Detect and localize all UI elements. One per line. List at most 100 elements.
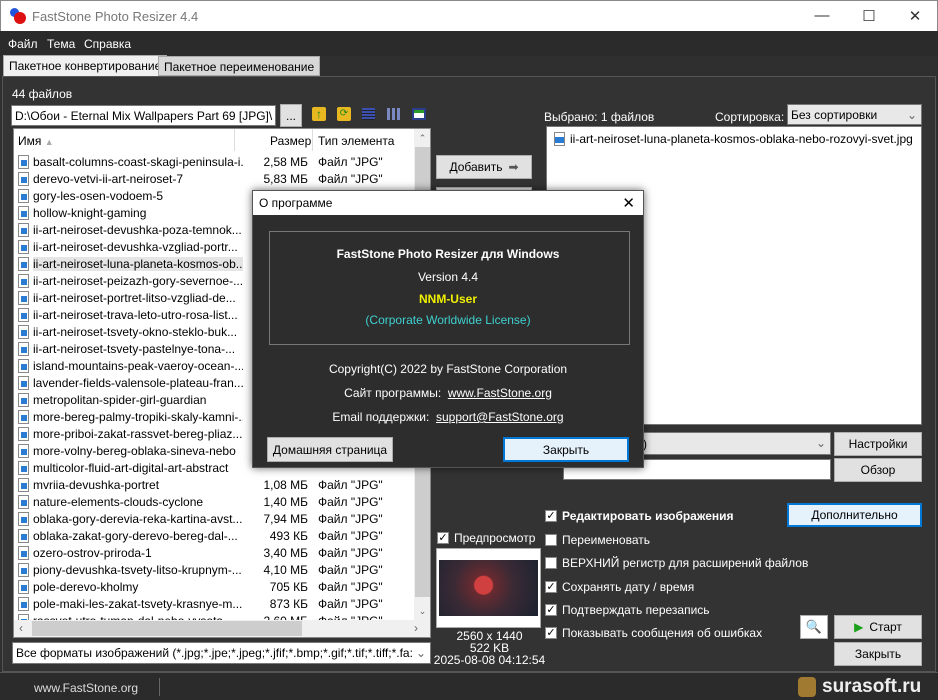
file-name: ii-art-neiroset-luna-planeta-kosmos-ob..…: [33, 256, 243, 271]
file-name: basalt-columns-coast-skagi-peninsula-i..…: [33, 154, 243, 169]
selected-count: Выбрано: 1 файлов: [544, 110, 655, 124]
menu-file[interactable]: Файл: [8, 37, 38, 51]
file-row[interactable]: basalt-columns-coast-skagi-peninsula-i..…: [18, 153, 418, 170]
file-row[interactable]: pole-derevo-kholmy 705 КБ Файл "JPG": [18, 578, 418, 595]
thumbnail-view-icon[interactable]: [412, 108, 426, 120]
maximize-button[interactable]: ☐: [854, 7, 884, 25]
close-button[interactable]: Закрыть: [834, 642, 922, 666]
file-size: 3,40 МБ: [263, 545, 308, 560]
site-link[interactable]: www.FastStone.org: [448, 386, 552, 400]
minimize-button[interactable]: —: [807, 7, 837, 24]
title-bar: FastStone Photo Resizer 4.4 — ☐ ✕: [0, 0, 938, 31]
file-filter-dropdown[interactable]: Все форматы изображений (*.jpg;*.jpe;*.j…: [12, 642, 431, 664]
start-button[interactable]: ▶ Старт: [834, 615, 922, 639]
file-name: derevo-vetvi-ii-art-neiroset-7: [33, 171, 184, 186]
column-header-type[interactable]: Тип элемента: [318, 134, 394, 148]
dialog-close-icon[interactable]: ✕: [622, 194, 635, 212]
file-row[interactable]: piony-devushka-tsvety-litso-krupnym-... 4…: [18, 561, 418, 578]
email-label: Email поддержки:: [332, 410, 430, 424]
close-window-button[interactable]: ✕: [900, 7, 930, 25]
option-label: Подтверждать перезапись: [562, 603, 710, 617]
image-file-icon: [18, 511, 29, 526]
file-name: ii-art-neiroset-peizazh-gory-severnoe-..…: [33, 273, 243, 288]
file-name: oblaka-zakat-gory-derevo-bereg-dal-...: [33, 528, 238, 543]
image-file-icon: [18, 171, 29, 186]
browse-output-button[interactable]: Обзор: [834, 458, 922, 482]
file-name: ii-art-neiroset-trava-leto-utro-rosa-lis…: [33, 307, 238, 322]
watermark: surasoft.ru: [822, 676, 922, 697]
status-bar: www.FastStone.org surasoft.ru: [0, 672, 938, 700]
column-header-size[interactable]: Размер: [270, 134, 311, 148]
dialog-close-button[interactable]: Закрыть: [503, 437, 629, 462]
image-file-icon: [18, 341, 29, 356]
tab-batch-rename[interactable]: Пакетное переименование: [158, 56, 321, 76]
file-name: ii-art-neiroset-tsvety-okno-steklo-buk..…: [33, 324, 238, 339]
menu-help[interactable]: Справка: [84, 37, 131, 51]
file-name: piony-devushka-tsvety-litso-krupnym-...: [33, 562, 242, 577]
add-button[interactable]: Добавить ➡: [436, 155, 532, 179]
file-row[interactable]: mvriia-devushka-portret 1,08 МБ Файл "JPG": [18, 476, 418, 493]
details-view-icon[interactable]: [362, 108, 375, 120]
email-link[interactable]: support@FastStone.org: [436, 410, 564, 424]
image-file-icon: [18, 307, 29, 322]
preview-checkbox[interactable]: ✓ Предпросмотр: [437, 531, 535, 545]
arrow-right-icon: ➡: [508, 160, 519, 174]
list-view-icon[interactable]: [387, 108, 400, 120]
refresh-icon[interactable]: ⟳: [337, 107, 351, 121]
file-row[interactable]: derevo-vetvi-ii-art-neiroset-7 5,83 МБ Фай…: [18, 170, 418, 187]
file-name: ii-art-neiroset-portret-litso-vzgliad-de…: [33, 290, 236, 305]
column-header-name[interactable]: Имя ▲: [18, 134, 54, 148]
checkbox-checked-icon: ✓: [545, 581, 557, 593]
option-checkbox[interactable]: Переименовать: [545, 533, 650, 547]
file-name: oblaka-gory-derevia-reka-kartina-avst...: [33, 511, 243, 526]
sort-dropdown[interactable]: Без сортировки ⌄: [787, 104, 922, 125]
option-checkbox[interactable]: ✓ Сохранять дату / время: [545, 580, 694, 594]
magnifier-page-icon: 🔍: [805, 619, 823, 634]
image-file-icon: [18, 256, 29, 271]
file-row[interactable]: ozero-ostrov-priroda-1 3,40 МБ Файл "JPG": [18, 544, 418, 561]
folder-path-input[interactable]: D:\Обои - Eternal Mix Wallpapers Part 69…: [11, 105, 276, 126]
file-row[interactable]: nature-elements-clouds-cyclone 1,40 МБ Фай…: [18, 493, 418, 510]
image-file-icon: [18, 596, 29, 611]
file-name: ii-art-neiroset-devushka-poza-temnok...: [33, 222, 242, 237]
menu-bar: Файл Тема Справка: [0, 31, 938, 56]
selected-file-item[interactable]: ii-art-neiroset-luna-planeta-kosmos-obla…: [554, 132, 918, 146]
file-name: lavender-fields-valensole-plateau-fran..…: [33, 375, 243, 390]
folder-up-icon[interactable]: ↑: [312, 107, 326, 121]
homepage-button[interactable]: Домашняя страница: [267, 437, 393, 462]
file-name: hollow-knight-gaming: [33, 205, 147, 220]
option-checkbox[interactable]: ✓ Подтверждать перезапись: [545, 603, 710, 617]
advanced-button[interactable]: Дополнительно: [787, 503, 922, 527]
file-row[interactable]: oblaka-zakat-gory-derevo-bereg-dal-... 49…: [18, 527, 418, 544]
file-type: Файл "JPG": [318, 596, 383, 611]
license-type: (Corporate Worldwide License): [365, 313, 531, 327]
preview-output-button[interactable]: 🔍: [800, 615, 828, 639]
file-name: mvriia-devushka-portret: [33, 477, 160, 492]
option-label: Показывать сообщения об ошибках: [562, 626, 763, 640]
option-checkbox[interactable]: ✓ Редактировать изображения: [545, 509, 734, 523]
image-file-icon: [18, 273, 29, 288]
image-file-icon: [18, 579, 29, 594]
option-checkbox[interactable]: ВЕРХНИЙ регистр для расширений файлов: [545, 556, 808, 570]
settings-button[interactable]: Настройки: [834, 432, 922, 456]
tab-batch-convert[interactable]: Пакетное конвертирование: [3, 55, 168, 77]
file-type: Файл "JPG": [318, 528, 383, 543]
file-name: gory-les-osen-vodoem-5: [33, 188, 164, 203]
image-file-icon: [18, 477, 29, 492]
checkbox-checked-icon: ✓: [545, 627, 557, 639]
file-name: pole-derevo-kholmy: [33, 579, 139, 594]
file-name: more-volny-bereg-oblaka-sineva-nebo: [33, 443, 236, 458]
horizontal-scrollbar[interactable]: ‹ ›: [14, 620, 430, 637]
browse-folder-button[interactable]: ...: [280, 104, 302, 127]
file-name: multicolor-fluid-art-digital-art-abstrac…: [33, 460, 229, 475]
menu-theme[interactable]: Тема: [47, 37, 75, 51]
preview-date: 2025-08-08 04:12:54: [433, 653, 546, 667]
site-label: Сайт программы:: [344, 386, 442, 400]
image-file-icon: [18, 375, 29, 390]
file-name: more-bereg-palmy-tropiki-skaly-kamni-...: [33, 409, 243, 424]
option-checkbox[interactable]: ✓ Показывать сообщения об ошибках: [545, 626, 762, 640]
file-row[interactable]: pole-maki-les-zakat-tsvety-krasnye-m... 8…: [18, 595, 418, 612]
status-url[interactable]: www.FastStone.org: [34, 681, 138, 695]
file-row[interactable]: oblaka-gory-derevia-reka-kartina-avst...…: [18, 510, 418, 527]
checkbox-unchecked-icon: [545, 557, 557, 569]
